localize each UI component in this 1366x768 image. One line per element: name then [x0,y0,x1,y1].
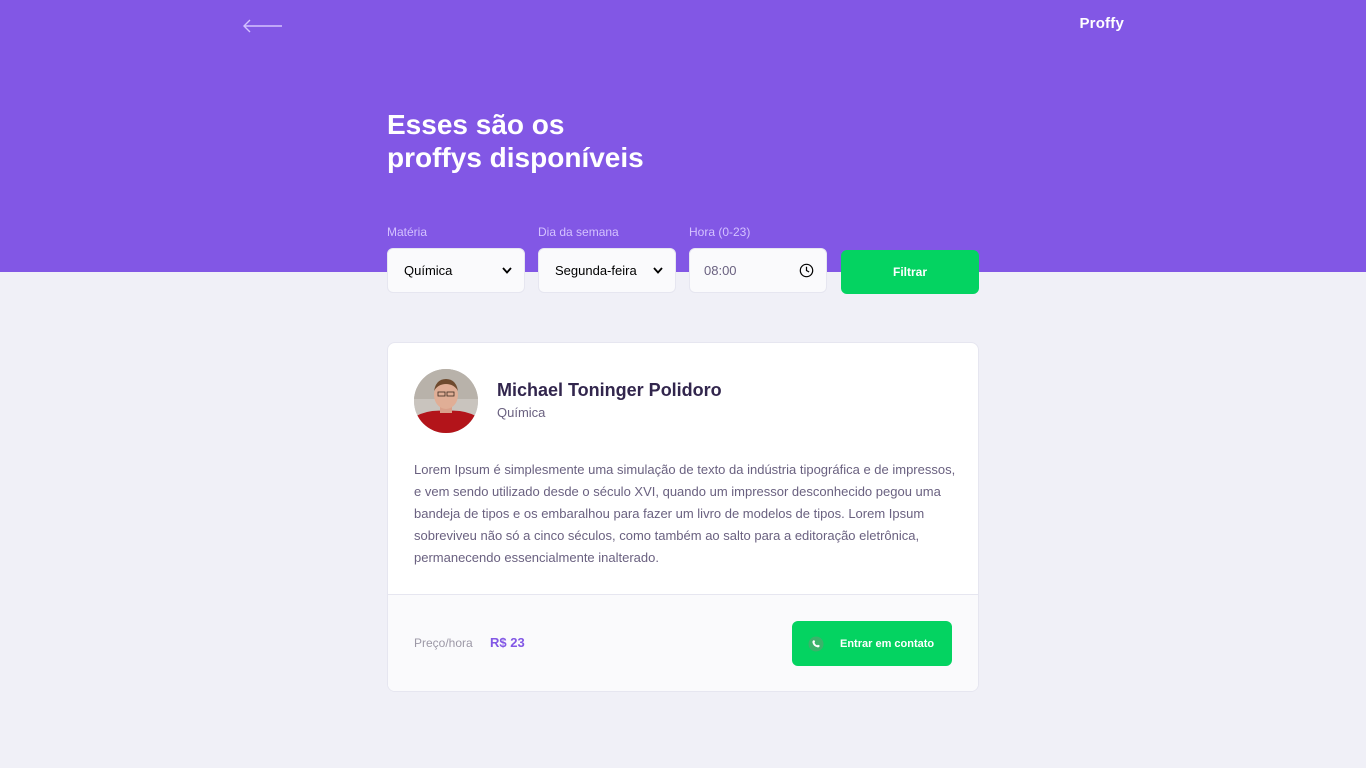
avatar [414,369,478,433]
time-label: Hora (0-23) [689,225,751,239]
logo: Proffy [1079,15,1124,32]
teacher-name: Michael Toninger Polidoro [497,380,722,400]
subject-filter: Matéria Química [387,225,525,293]
contact-button-label: Entrar em contato [840,637,935,650]
whatsapp-icon [808,636,824,651]
time-input[interactable]: 08:00 [689,248,827,293]
time-input-value: 08:00 [704,263,737,278]
weekday-select-value: Segunda-feira [555,263,637,278]
teacher-bio: Lorem Ipsum é simplesmente uma simulação… [414,462,956,565]
contact-button[interactable]: Entrar em contato [792,621,952,666]
arrow-left-icon[interactable] [243,16,283,36]
time-filter: Hora (0-23) 08:00 [689,225,827,293]
subject-select[interactable]: Química [387,248,525,293]
weekday-filter: Dia da semana Segunda-feira [538,225,676,293]
teacher-subject: Química [497,405,546,420]
price-label: Preço/hora [414,636,473,650]
page-header: Proffy Esses são os proffys disponíveis [0,0,1366,272]
subject-label: Matéria [387,225,428,239]
filter-button[interactable]: Filtrar [841,250,979,294]
clock-icon[interactable] [799,263,814,278]
page-title-line-2: proffys disponíveis [387,142,644,173]
page-title-line-1: Esses são os [387,109,565,140]
weekday-label: Dia da semana [538,225,619,239]
card-footer: Preço/hora R$ 23 Entrar em contato [388,594,978,691]
weekday-select[interactable]: Segunda-feira [538,248,676,293]
teacher-card: Michael Toninger Polidoro Química Lorem … [387,342,979,692]
price-value: R$ 23 [490,635,525,650]
page-title: Esses são os proffys disponíveis [387,108,787,174]
subject-select-value: Química [404,263,453,278]
chevron-down-icon [653,267,663,274]
chevron-down-icon [502,267,512,274]
top-bar: Proffy [243,14,1124,38]
